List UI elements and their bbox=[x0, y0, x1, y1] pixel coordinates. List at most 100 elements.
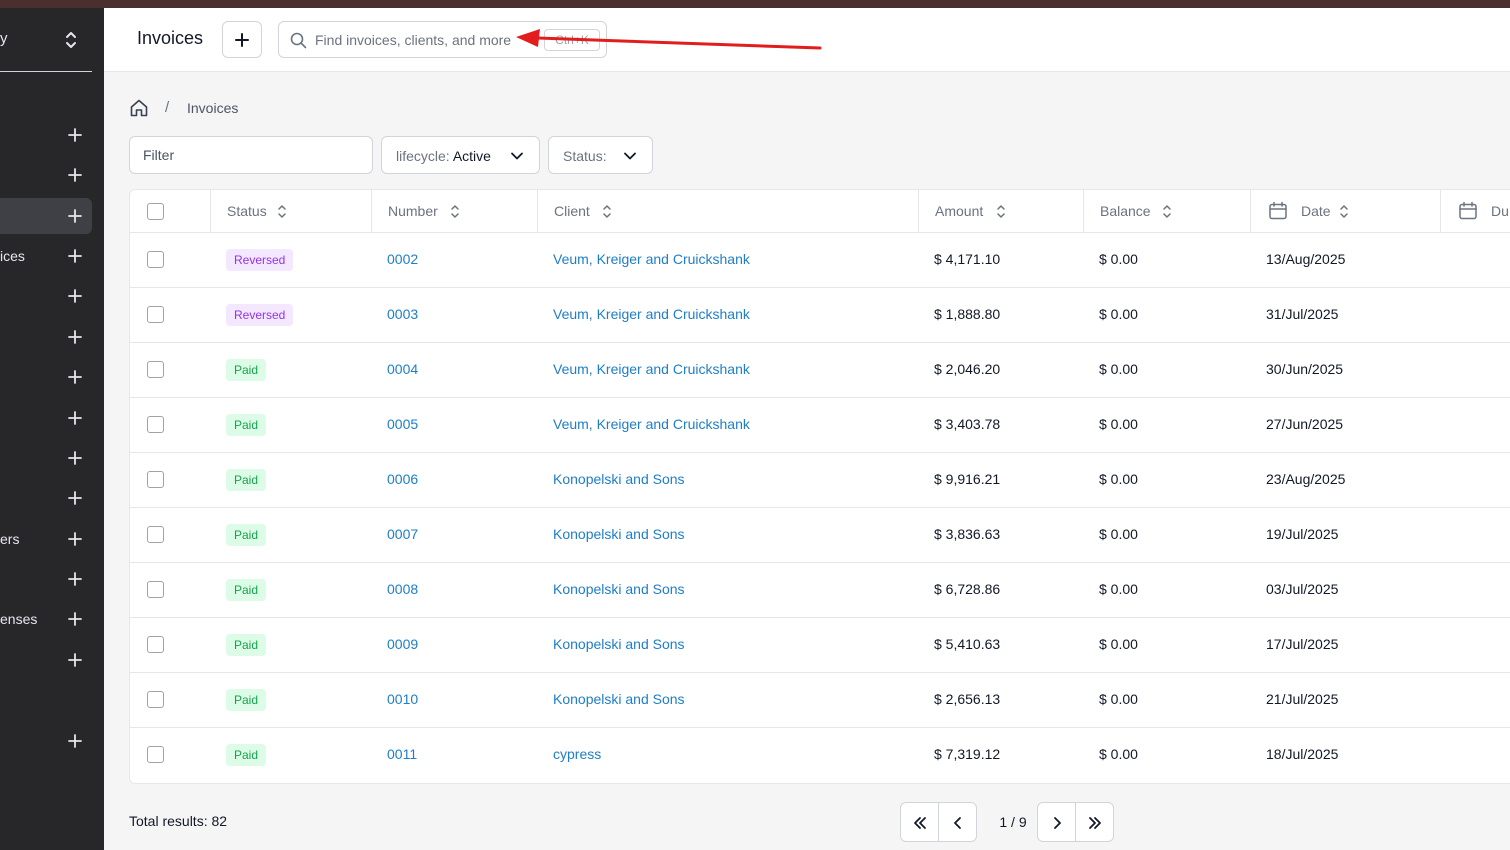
client-link[interactable]: Konopelski and Sons bbox=[553, 581, 685, 597]
column-header-status[interactable]: Status bbox=[210, 190, 371, 233]
sidebar-item[interactable] bbox=[0, 117, 92, 153]
invoice-number-link[interactable]: 0009 bbox=[387, 636, 418, 652]
sidebar-item[interactable] bbox=[0, 480, 92, 516]
global-search[interactable]: Ctrl+K bbox=[278, 21, 607, 58]
invoice-number-link[interactable]: 0003 bbox=[387, 306, 418, 322]
table-row[interactable]: Paid 0005 Veum, Kreiger and Cruickshank $ 3… bbox=[130, 398, 1510, 453]
row-checkbox[interactable] bbox=[147, 746, 164, 763]
breadcrumb-current[interactable]: Invoices bbox=[187, 100, 238, 116]
sidebar-item[interactable] bbox=[0, 319, 92, 355]
row-checkbox[interactable] bbox=[147, 691, 164, 708]
row-checkbox[interactable] bbox=[147, 636, 164, 653]
plus-icon[interactable] bbox=[67, 652, 83, 668]
sidebar-item[interactable] bbox=[0, 359, 92, 395]
table-row[interactable]: Paid 0009 Konopelski and Sons $ 5,410.63 $ 0… bbox=[130, 618, 1510, 673]
filter-input[interactable] bbox=[129, 136, 373, 174]
invoice-number-link[interactable]: 0002 bbox=[387, 251, 418, 267]
chevron-down-icon bbox=[624, 152, 636, 160]
status-select[interactable]: Status: bbox=[548, 136, 653, 174]
plus-icon[interactable] bbox=[67, 410, 83, 426]
client-link[interactable]: Veum, Kreiger and Cruickshank bbox=[553, 361, 750, 377]
first-page-button[interactable] bbox=[900, 802, 939, 842]
column-header-balance[interactable]: Balance bbox=[1083, 190, 1250, 233]
status-badge: Paid bbox=[226, 359, 267, 381]
invoice-number-link[interactable]: 0010 bbox=[387, 691, 418, 707]
sidebar-item[interactable] bbox=[0, 157, 92, 193]
row-checkbox[interactable] bbox=[147, 306, 164, 323]
column-header-number[interactable]: Number bbox=[371, 190, 537, 233]
row-checkbox[interactable] bbox=[147, 251, 164, 268]
client-link[interactable]: Veum, Kreiger and Cruickshank bbox=[553, 306, 750, 322]
plus-icon[interactable] bbox=[67, 531, 83, 547]
amount-cell: $ 2,656.13 bbox=[934, 691, 1001, 707]
column-header-amount[interactable]: Amount bbox=[918, 190, 1083, 233]
plus-icon[interactable] bbox=[67, 127, 83, 143]
sidebar-item[interactable] bbox=[0, 198, 92, 234]
invoice-number-link[interactable]: 0011 bbox=[387, 746, 417, 762]
sidebar-item[interactable] bbox=[0, 400, 92, 436]
invoice-number-link[interactable]: 0008 bbox=[387, 581, 418, 597]
plus-icon[interactable] bbox=[67, 450, 83, 466]
table-row[interactable]: Reversed 0003 Veum, Kreiger and Cruickshan… bbox=[130, 288, 1510, 343]
plus-icon[interactable] bbox=[67, 288, 83, 304]
column-header-date[interactable]: Date bbox=[1250, 190, 1440, 233]
column-label: Du bbox=[1491, 203, 1509, 219]
last-page-button[interactable] bbox=[1075, 802, 1114, 842]
next-page-button[interactable] bbox=[1037, 802, 1076, 842]
client-link[interactable]: Konopelski and Sons bbox=[553, 636, 685, 652]
plus-icon[interactable] bbox=[67, 208, 83, 224]
plus-icon[interactable] bbox=[67, 611, 83, 627]
table-row[interactable]: Paid 0007 Konopelski and Sons $ 3,836.63 $ 0… bbox=[130, 508, 1510, 563]
plus-icon[interactable] bbox=[67, 167, 83, 183]
new-invoice-button[interactable] bbox=[222, 21, 262, 58]
column-header-client[interactable]: Client bbox=[537, 190, 918, 233]
invoice-number-link[interactable]: 0007 bbox=[387, 526, 418, 542]
sidebar-item[interactable]: enses bbox=[0, 601, 92, 637]
table-row[interactable]: Paid 0011 cypress $ 7,319.12 $ 0.00 18/Jul/20… bbox=[130, 728, 1510, 783]
client-link[interactable]: Konopelski and Sons bbox=[553, 691, 685, 707]
previous-page-button[interactable] bbox=[938, 802, 977, 842]
row-checkbox[interactable] bbox=[147, 416, 164, 433]
search-input[interactable] bbox=[315, 30, 525, 50]
lifecycle-select[interactable]: lifecycle: Active bbox=[381, 136, 540, 174]
sidebar-item[interactable] bbox=[0, 440, 92, 476]
row-checkbox[interactable] bbox=[147, 361, 164, 378]
home-icon[interactable] bbox=[129, 98, 149, 118]
client-link[interactable]: Konopelski and Sons bbox=[553, 526, 685, 542]
table-row[interactable]: Paid 0004 Veum, Kreiger and Cruickshank $ 2… bbox=[130, 343, 1510, 398]
plus-icon[interactable] bbox=[67, 248, 83, 264]
table-row[interactable]: Paid 0010 Konopelski and Sons $ 2,656.13 $ 0… bbox=[130, 673, 1510, 728]
table-row[interactable]: Paid 0006 Konopelski and Sons $ 9,916.21 $ 0… bbox=[130, 453, 1510, 508]
invoice-number-link[interactable]: 0004 bbox=[387, 361, 418, 377]
row-checkbox[interactable] bbox=[147, 581, 164, 598]
column-label: Client bbox=[554, 203, 590, 219]
invoice-number-link[interactable]: 0005 bbox=[387, 416, 418, 432]
amount-cell: $ 5,410.63 bbox=[934, 636, 1001, 652]
company-switcher[interactable]: y bbox=[0, 8, 92, 72]
sidebar-item[interactable]: ices bbox=[0, 238, 92, 274]
plus-icon[interactable] bbox=[67, 733, 83, 749]
client-link[interactable]: Veum, Kreiger and Cruickshank bbox=[553, 251, 750, 267]
sidebar-item[interactable]: ers bbox=[0, 521, 92, 557]
client-link[interactable]: Veum, Kreiger and Cruickshank bbox=[553, 416, 750, 432]
amount-cell: $ 6,728.86 bbox=[934, 581, 1001, 597]
sidebar-item[interactable] bbox=[0, 642, 92, 678]
sidebar-item[interactable] bbox=[0, 561, 92, 597]
plus-icon[interactable] bbox=[67, 571, 83, 587]
plus-icon[interactable] bbox=[67, 369, 83, 385]
plus-icon[interactable] bbox=[67, 490, 83, 506]
column-label: Balance bbox=[1100, 203, 1151, 219]
plus-icon[interactable] bbox=[67, 329, 83, 345]
row-checkbox[interactable] bbox=[147, 471, 164, 488]
invoice-number-link[interactable]: 0006 bbox=[387, 471, 418, 487]
row-checkbox[interactable] bbox=[147, 526, 164, 543]
client-link[interactable]: Konopelski and Sons bbox=[553, 471, 685, 487]
chevron-up-down-icon bbox=[66, 32, 76, 48]
table-row[interactable]: Paid 0008 Konopelski and Sons $ 6,728.86 $ 0… bbox=[130, 563, 1510, 618]
sidebar-item[interactable] bbox=[0, 278, 92, 314]
sidebar-item[interactable] bbox=[0, 723, 92, 759]
client-link[interactable]: cypress bbox=[553, 746, 601, 762]
column-header-due-date[interactable]: Du bbox=[1440, 190, 1510, 233]
table-row[interactable]: Reversed 0002 Veum, Kreiger and Cruickshan… bbox=[130, 233, 1510, 288]
select-all-checkbox[interactable] bbox=[147, 203, 164, 220]
